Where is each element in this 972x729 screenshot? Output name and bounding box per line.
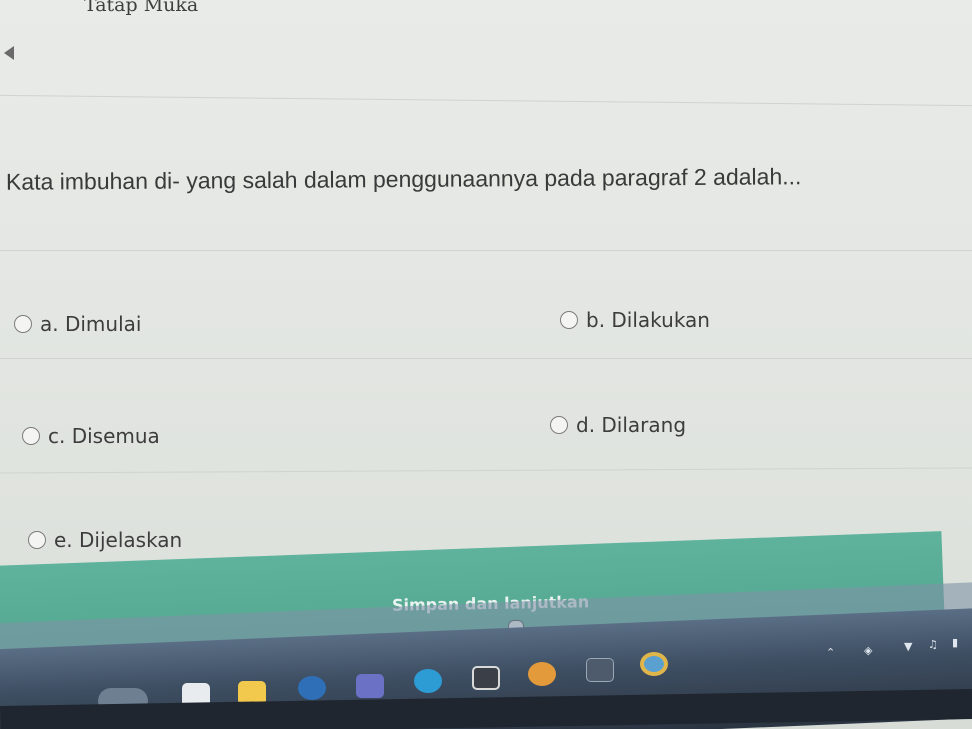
edge-dev-icon[interactable]	[298, 676, 326, 700]
chevron-up-icon[interactable]: ⌃	[826, 646, 835, 659]
app-icon[interactable]	[528, 662, 556, 686]
wifi-icon[interactable]: ▼	[904, 640, 912, 653]
store-icon[interactable]	[472, 666, 500, 690]
chrome-icon[interactable]	[640, 652, 668, 676]
divider	[0, 94, 972, 107]
app-icon-2[interactable]	[586, 658, 614, 682]
option-label: a. Dimulai	[40, 312, 142, 336]
radio-circle-icon[interactable]	[550, 416, 568, 434]
back-arrow-icon[interactable]	[4, 46, 14, 60]
battery-icon[interactable]: ▮	[952, 636, 958, 649]
network-icon[interactable]: ◈	[864, 644, 872, 657]
divider	[0, 250, 972, 251]
option-e[interactable]: e. Dijelaskan	[28, 528, 182, 552]
teams-icon[interactable]	[356, 674, 384, 698]
option-label: d. Dilarang	[576, 413, 687, 437]
radio-circle-icon[interactable]	[28, 531, 46, 549]
question-text: Kata imbuhan di- yang salah dalam penggu…	[5, 163, 802, 195]
divider	[0, 467, 972, 474]
radio-circle-icon[interactable]	[560, 311, 578, 329]
volume-icon[interactable]: ♫	[928, 638, 938, 651]
option-label: e. Dijelaskan	[54, 528, 183, 552]
radio-circle-icon[interactable]	[14, 315, 32, 333]
option-b[interactable]: b. Dilakukan	[560, 308, 710, 332]
option-c[interactable]: c. Disemua	[22, 424, 160, 448]
edge-icon[interactable]	[414, 669, 442, 693]
radio-circle-icon[interactable]	[22, 427, 40, 445]
divider	[0, 358, 972, 359]
option-label: c. Disemua	[48, 424, 160, 448]
option-label: b. Dilakukan	[586, 308, 710, 332]
option-d[interactable]: d. Dilarang	[550, 413, 686, 437]
option-a[interactable]: a. Dimulai	[14, 312, 141, 336]
page-title: Tatap Muka	[84, 0, 199, 16]
